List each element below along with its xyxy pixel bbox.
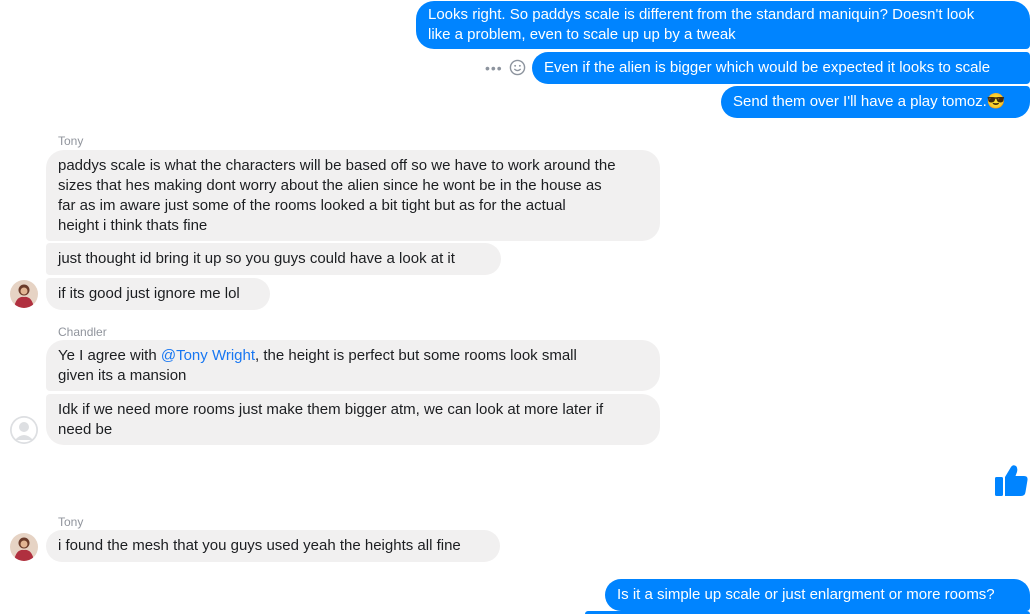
outgoing-message[interactable]: Send them over I'll have a play tomoz.😎 bbox=[721, 86, 1030, 118]
message-line: given its a mansion bbox=[58, 367, 187, 384]
message-line: need be bbox=[58, 421, 113, 438]
message-actions: ••• bbox=[485, 59, 526, 76]
message-line: far as im aware just some of the rooms l… bbox=[58, 197, 566, 214]
outgoing-message[interactable]: Is it a simple up scale or just enlargme… bbox=[605, 579, 1030, 611]
sender-name: Tony bbox=[58, 515, 84, 529]
thumbs-up-icon bbox=[995, 465, 1028, 496]
message-text: i found the mesh that you guys used yeah… bbox=[58, 537, 461, 554]
avatar[interactable] bbox=[10, 533, 38, 561]
avatar[interactable] bbox=[10, 280, 38, 308]
message-text: just thought id bring it up so you guys … bbox=[58, 250, 455, 267]
message-line: Looks right. So paddys scale is differen… bbox=[428, 6, 975, 23]
message-line: Ye I agree with @Tony Wright, the height… bbox=[58, 346, 648, 366]
incoming-message[interactable]: if its good just ignore me lol bbox=[46, 278, 270, 310]
sender-name: Chandler bbox=[58, 325, 107, 339]
message-text: if its good just ignore me lol bbox=[58, 285, 240, 302]
emoji-react-icon[interactable] bbox=[509, 59, 526, 76]
incoming-message[interactable]: Idk if we need more rooms just make them… bbox=[46, 394, 660, 445]
message-text: Ye I agree with bbox=[58, 347, 161, 364]
mention-link[interactable]: @Tony Wright bbox=[161, 347, 255, 364]
more-options-icon[interactable]: ••• bbox=[485, 60, 503, 76]
incoming-message[interactable]: paddys scale is what the characters will… bbox=[46, 150, 660, 241]
message-line: sizes that hes making dont worry about t… bbox=[58, 177, 602, 194]
message-line: Idk if we need more rooms just make them… bbox=[58, 401, 604, 418]
default-avatar[interactable] bbox=[10, 416, 38, 444]
message-text: Send them over I'll have a play tomoz. bbox=[733, 93, 987, 110]
sender-name: Tony bbox=[58, 134, 84, 148]
message-line: like a problem, even to scale up up by a… bbox=[428, 26, 736, 43]
incoming-message[interactable]: i found the mesh that you guys used yeah… bbox=[46, 530, 500, 562]
message-text: Even if the alien is bigger which would … bbox=[544, 59, 991, 76]
message-text: Is it a simple up scale or just enlargme… bbox=[617, 586, 995, 603]
sunglasses-emoji: 😎 bbox=[986, 93, 1006, 110]
message-line: height i think thats fine bbox=[58, 217, 208, 234]
message-text: , the height is perfect but some rooms l… bbox=[255, 347, 577, 364]
message-line: paddys scale is what the characters will… bbox=[58, 157, 616, 174]
incoming-message[interactable]: just thought id bring it up so you guys … bbox=[46, 243, 501, 275]
outgoing-message[interactable]: Looks right. So paddys scale is differen… bbox=[416, 1, 1030, 49]
incoming-message[interactable]: Ye I agree with @Tony Wright, the height… bbox=[46, 340, 660, 391]
outgoing-message[interactable]: Even if the alien is bigger which would … bbox=[532, 52, 1030, 84]
